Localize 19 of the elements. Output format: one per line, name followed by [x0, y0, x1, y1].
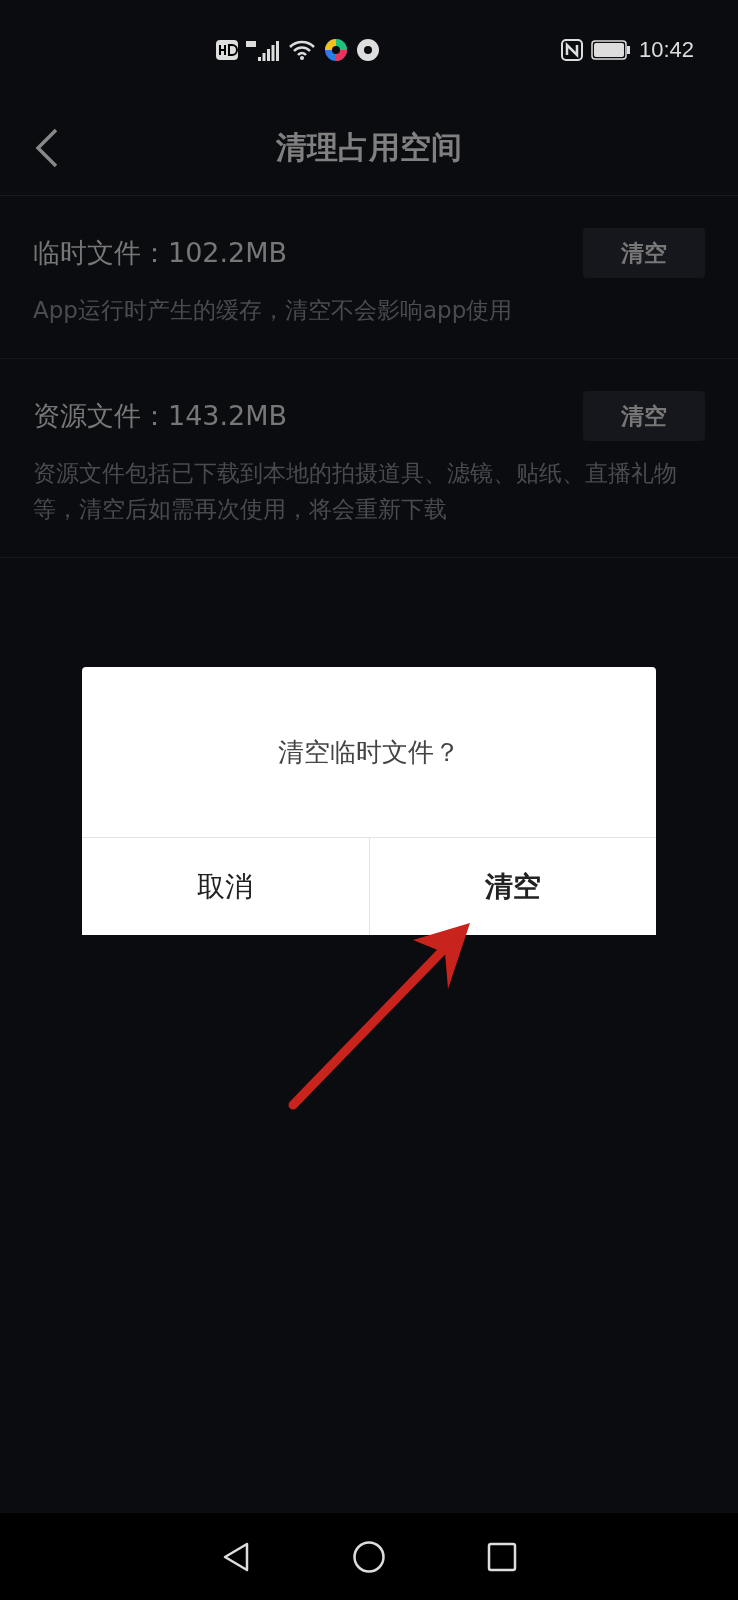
signal-icon	[246, 39, 280, 61]
nfc-icon	[560, 39, 583, 61]
clear-button[interactable]: 清空	[583, 391, 705, 441]
item-description: 资源文件包括已下载到本地的拍摄道具、滤镜、贴纸、直播礼物等，清空后如需再次使用，将会重新下载	[33, 459, 678, 524]
item-title: 资源文件：143.2MB	[33, 399, 289, 433]
hd-icon	[216, 40, 238, 60]
page-title: 清理占用空间	[276, 127, 462, 167]
wifi-icon	[288, 39, 316, 61]
item-title: 临时文件：102.2MB	[33, 236, 289, 270]
home-nav-icon[interactable]	[352, 1539, 386, 1574]
app-icon	[356, 38, 380, 62]
back-icon[interactable]	[34, 128, 60, 168]
app-icon	[324, 38, 348, 62]
clear-button[interactable]: 清空	[583, 228, 705, 278]
dialog-button[interactable]: 清空	[368, 838, 656, 935]
battery-icon	[590, 40, 631, 60]
item-description: App运行时产生的缓存，清空不会影响app使用	[33, 296, 514, 325]
recents-nav-icon[interactable]	[487, 1541, 518, 1572]
clock-time: 10:42	[638, 37, 694, 63]
